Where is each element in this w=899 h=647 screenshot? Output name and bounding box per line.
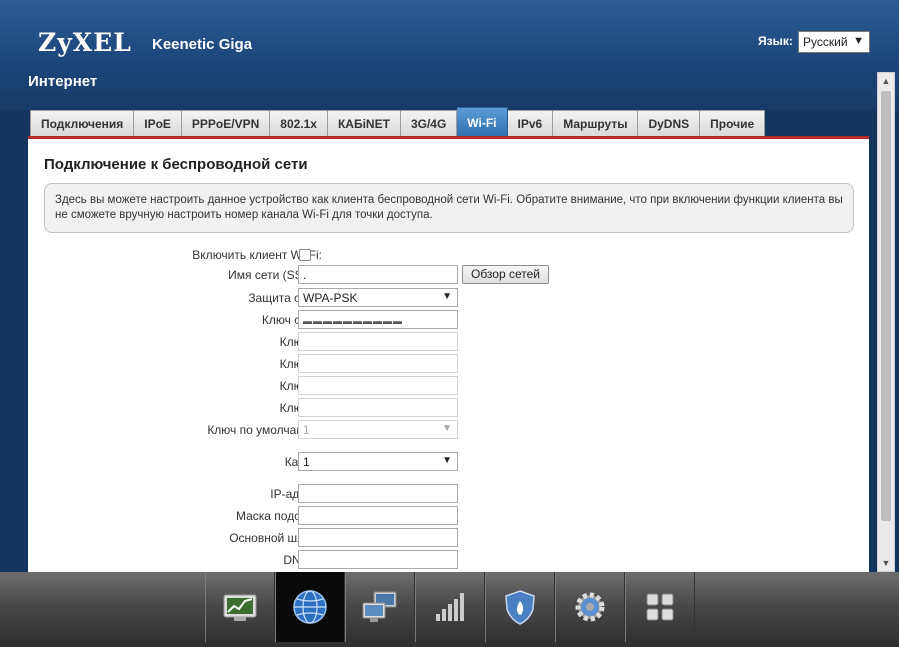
tab-bar: Подключения IPoE PPPoE/VPN 802.1x КАБiNE… [30, 107, 766, 137]
row-key2: Ключ 2: [28, 354, 869, 374]
channel-value: 1 [303, 455, 310, 469]
ip-input[interactable] [298, 484, 458, 503]
row-key3: Ключ 3: [28, 376, 869, 396]
channel-select[interactable]: 1 ▼ [298, 452, 458, 471]
scan-networks-button[interactable]: Обзор сетей [462, 265, 549, 284]
tab-other[interactable]: Прочие [700, 110, 766, 137]
globe-icon [293, 590, 327, 624]
chevron-down-icon: ▼ [853, 35, 864, 47]
chevron-down-icon: ▼ [442, 291, 452, 302]
dock-home-network[interactable] [345, 572, 415, 642]
scroll-up-icon[interactable]: ▲ [878, 73, 894, 89]
ssid-input[interactable]: . [298, 265, 458, 284]
dock-monitor[interactable] [205, 572, 275, 642]
vertical-scrollbar[interactable]: ▲ ▼ [877, 72, 895, 572]
network-key-input[interactable]: ▬▬▬▬▬▬▬▬▬▬ [298, 310, 458, 329]
dock-security[interactable] [485, 572, 555, 642]
language-select[interactable]: Русский ▼ [798, 31, 870, 53]
enable-client-checkbox[interactable] [299, 249, 311, 261]
computers-icon [362, 591, 397, 622]
key4-input[interactable] [298, 398, 458, 417]
default-key-value: 1 [303, 423, 310, 437]
chevron-down-icon: ▼ [442, 423, 452, 434]
dock-internet[interactable] [275, 572, 345, 642]
dns1-input[interactable] [298, 550, 458, 569]
dock-system[interactable] [555, 572, 625, 642]
key3-input[interactable] [298, 376, 458, 395]
language-label: Язык: [758, 34, 793, 48]
dock-wifi[interactable] [415, 572, 485, 642]
info-box: Здесь вы можете настроить данное устройс… [44, 183, 854, 233]
row-gateway: Основной шлюз: [28, 528, 869, 548]
tab-ipv6[interactable]: IPv6 [507, 110, 554, 137]
row-default-key: Ключ по умолчанию: 1 ▼ [28, 420, 869, 440]
row-ip: IP-адрес: [28, 484, 869, 504]
model-name: Keenetic Giga [152, 36, 253, 53]
chevron-down-icon: ▼ [442, 455, 452, 466]
tab-wifi[interactable]: Wi-Fi [457, 107, 508, 137]
dock-apps[interactable] [625, 572, 695, 642]
tab-kabinet[interactable]: КАБiNET [327, 110, 401, 137]
row-enable-client: Включить клиент Wi-Fi: [28, 245, 869, 265]
tab-pppoe-vpn[interactable]: PPPoE/VPN [181, 110, 271, 137]
gateway-input[interactable] [298, 528, 458, 547]
bottom-dock [0, 572, 899, 647]
mask-input[interactable] [298, 506, 458, 525]
row-mask: Маска подсети: [28, 506, 869, 526]
monitor-chart-icon [223, 594, 257, 621]
language-value: Русский [803, 35, 848, 49]
zyxel-logo: ZyXEL [38, 28, 132, 57]
gear-icon [575, 592, 605, 622]
key1-input[interactable] [298, 332, 458, 351]
tab-routes[interactable]: Маршруты [553, 110, 639, 137]
row-key1: Ключ 1: [28, 332, 869, 352]
row-dns1: DNS 1: [28, 550, 869, 570]
tab-dydns[interactable]: DyDNS [638, 110, 701, 137]
page-title: Интернет [28, 73, 98, 90]
tab-ipoe[interactable]: IPoE [134, 110, 182, 137]
signal-bars-icon [436, 593, 464, 621]
shield-icon [505, 590, 535, 625]
row-security: Защита сети: WPA-PSK ▼ [28, 288, 869, 308]
section-title: Подключение к беспроводной сети [44, 156, 308, 173]
row-key4: Ключ 4: [28, 398, 869, 418]
tab-connections[interactable]: Подключения [30, 110, 135, 137]
security-select[interactable]: WPA-PSK ▼ [298, 288, 458, 307]
row-ssid: Имя сети (SSID): . Обзор сетей [28, 265, 869, 285]
content-panel: Подключение к беспроводной сети Здесь вы… [28, 139, 869, 572]
security-value: WPA-PSK [303, 291, 358, 305]
network-key-value: ▬▬▬▬▬▬▬▬▬▬ [303, 316, 403, 326]
scroll-down-icon[interactable]: ▼ [878, 555, 894, 571]
row-channel: Канал: 1 ▼ [28, 452, 869, 472]
default-key-select[interactable]: 1 ▼ [298, 420, 458, 439]
header: ZyXEL Keenetic Giga Язык: Русский ▼ Инте… [0, 0, 899, 110]
grid-icon [646, 593, 674, 621]
scroll-thumb[interactable] [881, 91, 891, 521]
tab-8021x[interactable]: 802.1x [270, 110, 328, 137]
row-network-key: Ключ сети: ▬▬▬▬▬▬▬▬▬▬ [28, 310, 869, 330]
key2-input[interactable] [298, 354, 458, 373]
tab-3g4g[interactable]: 3G/4G [400, 110, 458, 137]
